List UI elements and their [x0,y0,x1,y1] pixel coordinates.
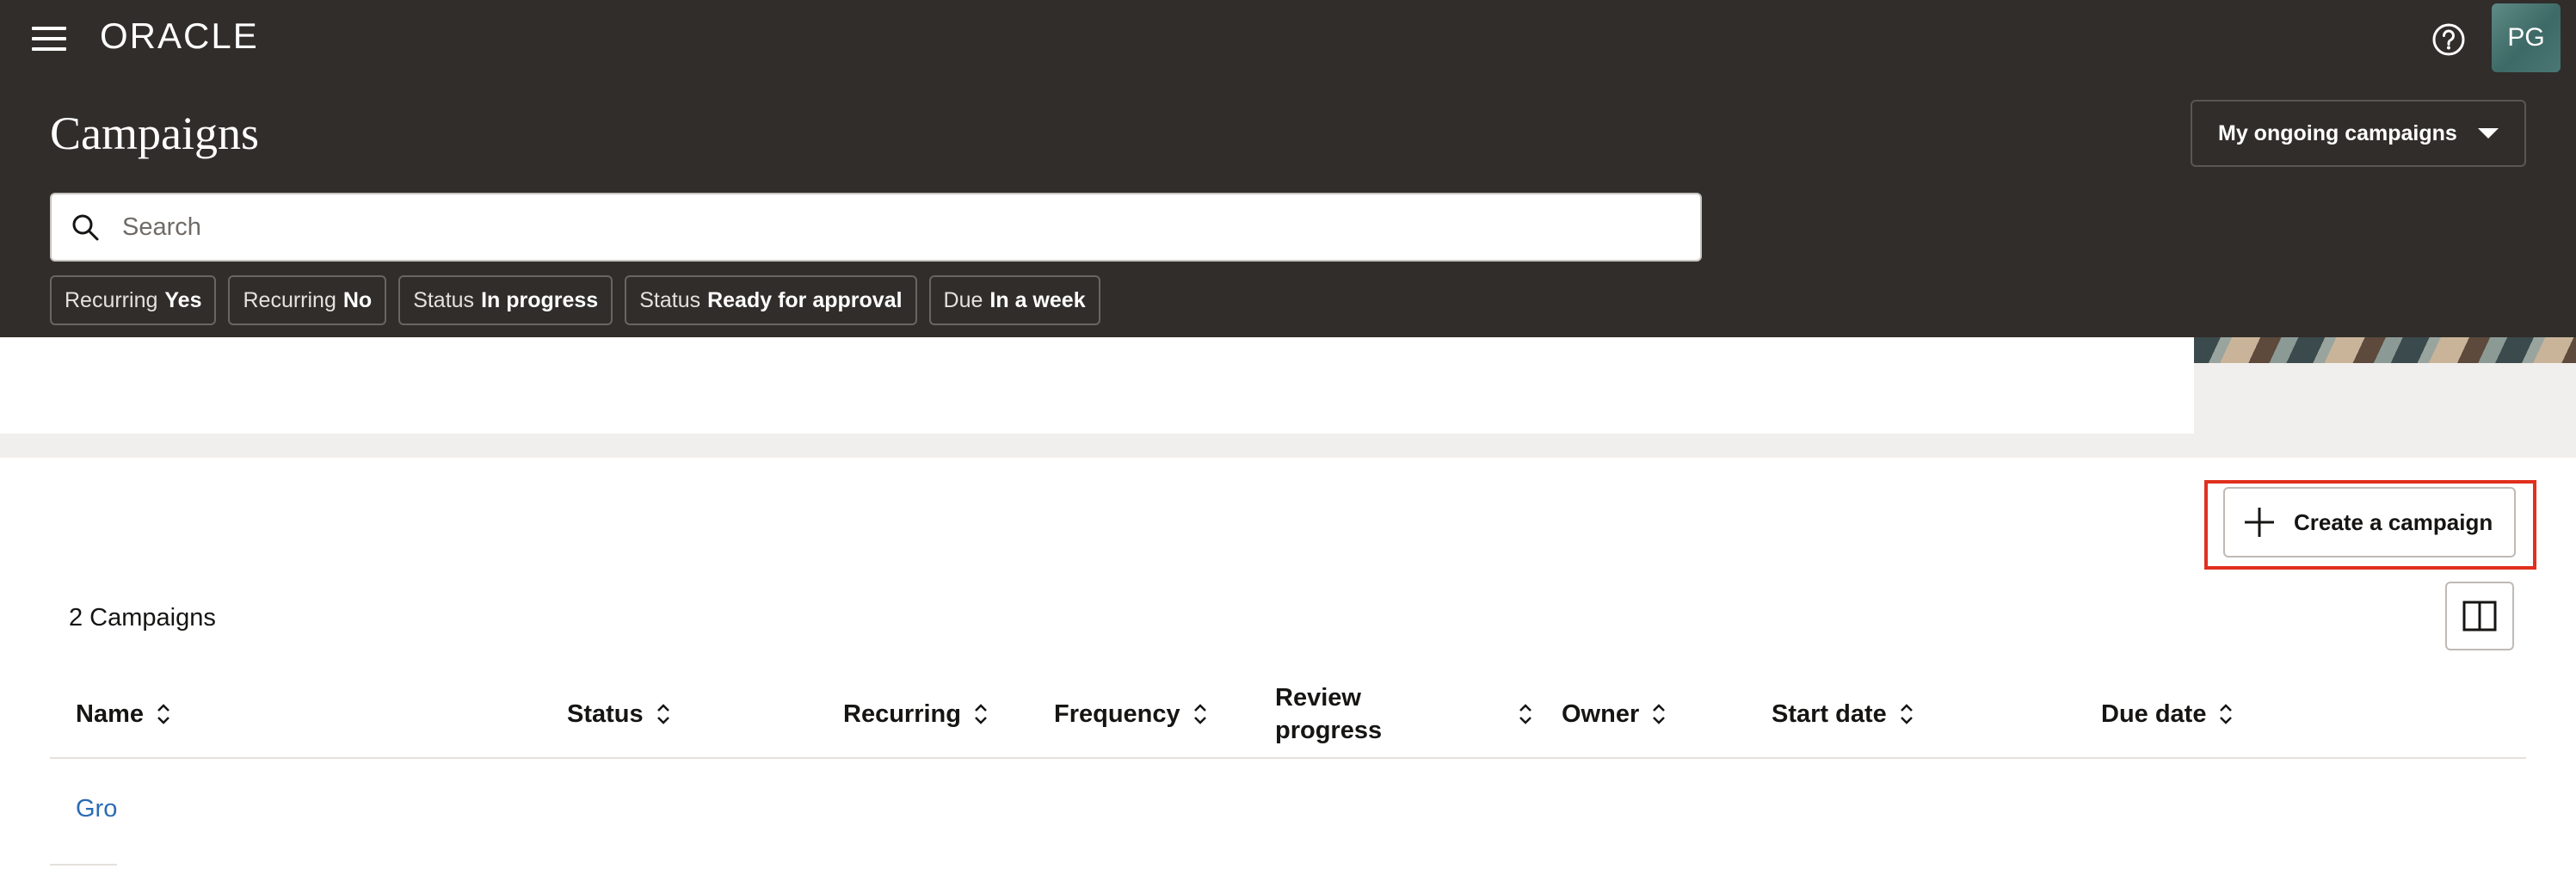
create-campaign-button[interactable]: Create a campaign [2223,487,2516,558]
avatar-initials: PG [2507,23,2545,52]
table-row: Gro [50,759,117,866]
oracle-logo: ORACLE [100,15,259,56]
sort-icon [2220,704,2233,724]
search-input[interactable] [120,212,1700,243]
filter-chip-recurring-no[interactable]: Recurring No [228,275,387,325]
search-icon [72,214,99,241]
chip-key: Status [413,287,475,312]
banner-illustration-base [2194,363,2576,434]
column-header-review-progress[interactable]: Review progress [1275,671,1533,757]
column-header-start-date[interactable]: Start date [1772,671,1914,757]
column-label: Status [567,699,644,728]
column-label: Owner [1562,699,1640,728]
chip-value: Yes [164,287,202,312]
page-title: Campaigns [50,108,259,159]
column-header-status[interactable]: Status [567,671,671,757]
column-header-owner[interactable]: Owner [1562,671,1667,757]
help-circle-icon[interactable] [2428,19,2469,60]
column-header-due-date[interactable]: Due date [2101,671,2234,757]
sort-icon [1193,704,1206,724]
filter-chips: Recurring Yes Recurring No Status In pro… [50,275,1100,327]
sort-icon [1519,704,1531,724]
columns-icon [2462,601,2497,632]
column-header-name[interactable]: Name [76,671,171,757]
chip-key: Due [943,287,983,312]
chip-key: Recurring [65,287,158,312]
sort-icon [975,704,987,724]
column-label: Due date [2101,699,2207,728]
banner-illustration [2194,337,2576,363]
filter-chip-recurring-yes[interactable]: Recurring Yes [50,275,217,325]
hamburger-menu-icon[interactable] [29,24,69,53]
chip-value: Ready for approval [707,287,903,312]
campaign-name-link[interactable]: Gro [76,795,117,823]
column-label: Start date [1772,699,1887,728]
column-label: Name [76,699,144,728]
create-campaign-label: Create a campaign [2294,508,2493,535]
column-label: Recurring [843,699,961,728]
column-header-recurring[interactable]: Recurring [843,671,989,757]
sort-icon [656,704,669,724]
chip-value: No [342,287,373,312]
chip-key: Status [639,287,701,312]
plus-icon [2245,508,2274,537]
filter-chip-due-in-a-week[interactable]: Due In a week [928,275,1100,325]
banner-area [0,337,2194,434]
chip-key: Recurring [243,287,336,312]
chip-value: In a week [989,287,1086,312]
caret-down-icon [2478,128,2499,139]
section-divider [0,434,2576,458]
view-select-label: My ongoing campaigns [2218,120,2457,145]
sort-icon [1653,704,1666,724]
filter-chip-status-ready-for-approval[interactable]: Status Ready for approval [625,275,917,325]
campaign-view-select[interactable]: My ongoing campaigns [2191,100,2526,167]
column-header-frequency[interactable]: Frequency [1054,671,1208,757]
table-header: Name Status Recurring Frequency Review p… [50,671,2526,759]
manage-columns-button[interactable] [2445,582,2514,650]
campaign-count: 2 Campaigns [69,604,216,632]
column-label: Review progress [1275,684,1383,744]
user-avatar[interactable]: PG [2492,3,2561,72]
search-field[interactable] [50,193,1702,262]
chip-value: In progress [481,287,599,312]
sort-icon [157,704,169,724]
sort-icon [1900,704,1913,724]
filter-chip-status-in-progress[interactable]: Status In progress [398,275,613,325]
column-label: Frequency [1054,699,1180,728]
svg-text:ORACLE: ORACLE [100,15,259,56]
